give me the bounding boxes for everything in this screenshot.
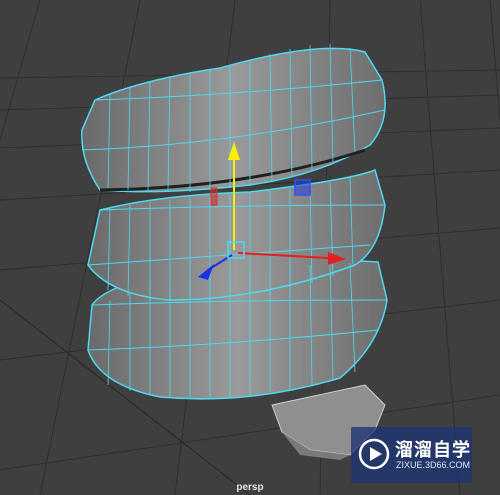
play-circle-icon bbox=[358, 438, 390, 470]
camera-name-label: persp bbox=[236, 482, 264, 493]
watermark-title: 溜溜自学 bbox=[395, 440, 471, 461]
watermark-badge: 溜溜自学 ZIXUE.3D66.COM bbox=[351, 427, 472, 483]
3d-scene[interactable] bbox=[0, 0, 500, 495]
plane-handle-red[interactable] bbox=[210, 187, 218, 206]
maya-persp-viewport[interactable]: persp 溜溜自学 ZIXUE.3D66.COM bbox=[0, 0, 500, 495]
watermark-url: ZIXUE.3D66.COM bbox=[396, 460, 471, 470]
plane-handle-blue[interactable] bbox=[294, 179, 311, 196]
